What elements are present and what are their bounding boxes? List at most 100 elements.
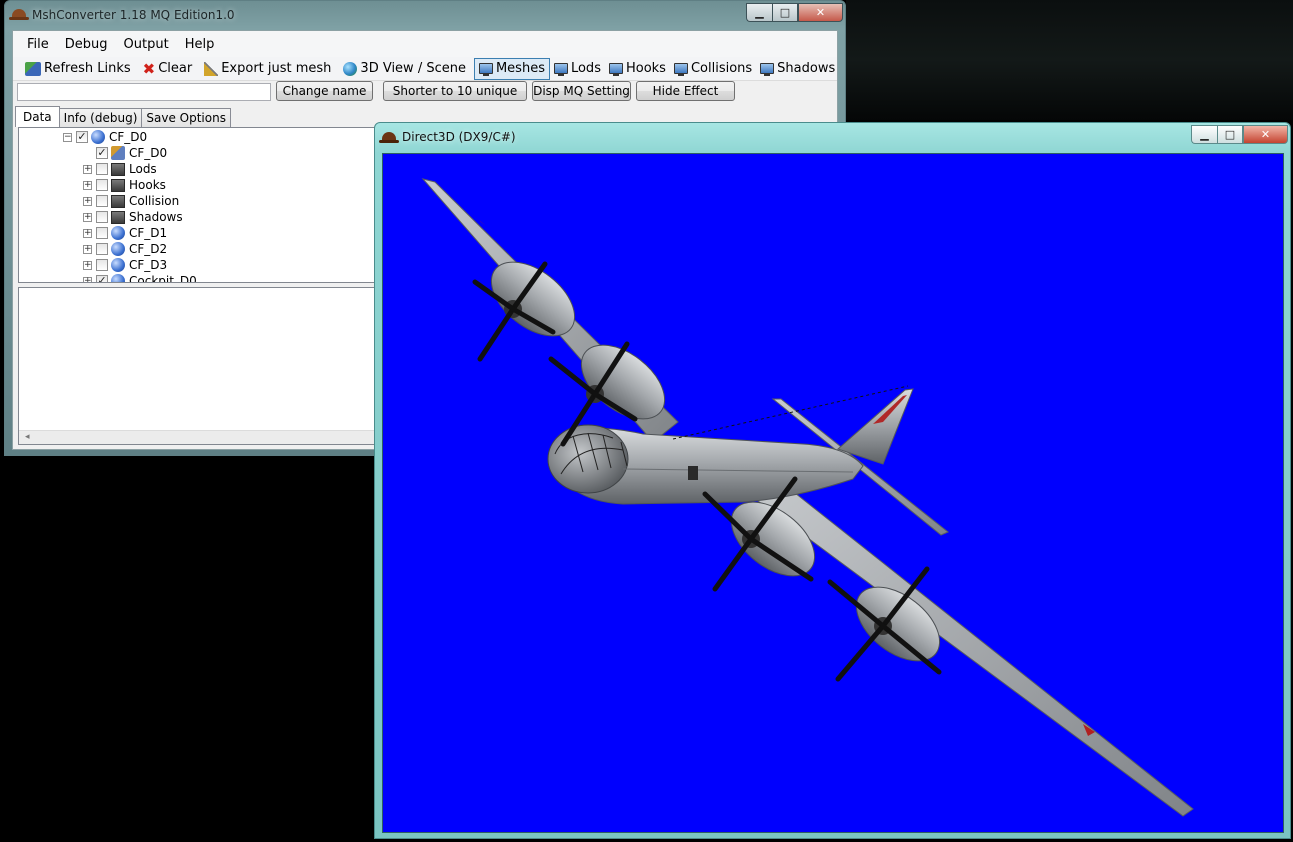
toolbar: Refresh Links ✖ Clear Export just mesh 3…: [13, 57, 837, 81]
tree-node[interactable]: + CF_D2: [83, 241, 167, 257]
expand-toggle[interactable]: +: [83, 196, 92, 206]
clear-label: Clear: [158, 61, 193, 76]
expand-toggle[interactable]: +: [83, 276, 92, 282]
hooks-toggle-button[interactable]: Hooks: [605, 58, 670, 80]
tab-save-options[interactable]: Save Options: [141, 108, 231, 127]
direct3d-window-title: Direct3D (DX9/C#): [402, 130, 516, 144]
maximize-button[interactable]: □: [772, 3, 798, 22]
tree-node-checkbox[interactable]: [96, 227, 108, 239]
tab-info-debug[interactable]: Info (debug): [58, 108, 143, 127]
tree-node-label: CF_D1: [129, 226, 168, 240]
tab-strip: Data Info (debug) Save Options: [15, 106, 231, 127]
mesh-icon: [111, 146, 125, 160]
desktop-background: [846, 0, 1293, 120]
3d-view-button[interactable]: 3D View / Scene: [339, 58, 470, 80]
collapse-toggle[interactable]: −: [63, 132, 72, 142]
refresh-icon: [25, 61, 41, 76]
menu-debug[interactable]: Debug: [57, 37, 116, 52]
tree-node-checkbox[interactable]: ✓: [96, 275, 108, 282]
monitor-icon: [111, 162, 125, 176]
hat-icon: [379, 132, 399, 143]
d3d-close-button[interactable]: ✕: [1243, 125, 1288, 144]
fuselage-window: [688, 466, 698, 480]
horizontal-scrollbar[interactable]: ◂: [19, 430, 382, 444]
monitor-icon: [760, 63, 775, 76]
tree-node-checkbox[interactable]: ✓: [96, 147, 108, 159]
tree-node[interactable]: + Collision: [83, 193, 179, 209]
meshes-toggle-button[interactable]: Meshes: [473, 57, 550, 80]
name-input[interactable]: [17, 83, 271, 101]
tree-node-checkbox[interactable]: [96, 259, 108, 271]
tree-node-label: Shadows: [129, 210, 183, 224]
tree-node-checkbox[interactable]: [96, 195, 108, 207]
tree-node-label: CF_D2: [129, 242, 168, 256]
d3d-maximize-button[interactable]: □: [1217, 125, 1243, 144]
tree-node[interactable]: − ✓ CF_D0: [63, 129, 147, 145]
collisions-label: Collisions: [690, 61, 753, 76]
clear-button[interactable]: ✖ Clear: [139, 58, 197, 80]
3d-viewport[interactable]: [382, 153, 1284, 833]
tree-node[interactable]: + CF_D3: [83, 257, 167, 273]
tree-node-checkbox[interactable]: [96, 211, 108, 223]
shadows-toggle-button[interactable]: Shadows: [756, 58, 839, 80]
tree-node-checkbox[interactable]: [96, 163, 108, 175]
main-window-title: MshConverter 1.18 MQ Edition1.0: [32, 8, 235, 22]
tree-node-checkbox[interactable]: ✓: [76, 131, 88, 143]
lods-toggle-button[interactable]: Lods: [550, 58, 605, 80]
monitor-icon: [673, 63, 688, 76]
collisions-toggle-button[interactable]: Collisions: [670, 58, 756, 80]
tree-node[interactable]: ✓ CF_D0: [83, 145, 167, 161]
meshes-label: Meshes: [495, 61, 545, 76]
tree-node-label: Lods: [129, 162, 157, 176]
minimize-button[interactable]: ▁: [746, 3, 772, 22]
globe-icon: [343, 61, 358, 76]
red-x-icon: ✖: [142, 59, 156, 78]
monitor-icon: [111, 210, 125, 224]
expand-toggle[interactable]: +: [83, 260, 92, 270]
tree-node[interactable]: + Hooks: [83, 177, 166, 193]
tree-node-checkbox[interactable]: [96, 179, 108, 191]
3d-view-label: 3D View / Scene: [360, 61, 466, 76]
hooks-label: Hooks: [625, 61, 666, 76]
globe-icon: [111, 242, 125, 256]
export-mesh-button[interactable]: Export just mesh: [200, 58, 335, 80]
main-titlebar[interactable]: MshConverter 1.18 MQ Edition1.0 ▁ □ ✕: [5, 1, 845, 29]
expand-toggle[interactable]: +: [83, 244, 92, 254]
tree-node[interactable]: + ✓ Cockpit_D0: [83, 273, 197, 282]
lods-label: Lods: [570, 61, 601, 76]
tree-node[interactable]: + Lods: [83, 161, 157, 177]
expand-toggle[interactable]: +: [83, 164, 92, 174]
tree-node-label: Hooks: [129, 178, 166, 192]
disp-mq-setting-button[interactable]: Disp MQ Setting: [532, 81, 631, 101]
expand-toggle[interactable]: +: [83, 212, 92, 222]
refresh-links-button[interactable]: Refresh Links: [21, 58, 135, 80]
monitor-icon: [111, 194, 125, 208]
hat-icon: [9, 9, 29, 20]
expand-toggle[interactable]: +: [83, 180, 92, 190]
menu-file[interactable]: File: [19, 37, 57, 52]
close-button[interactable]: ✕: [798, 3, 843, 22]
change-name-button[interactable]: Change name: [276, 81, 373, 101]
globe-icon: [91, 130, 105, 144]
tab-data[interactable]: Data: [15, 106, 60, 127]
globe-icon: [111, 226, 125, 240]
expand-toggle[interactable]: +: [83, 228, 92, 238]
hide-effect-button[interactable]: Hide Effect: [636, 81, 735, 101]
bomber-model-render: [421, 178, 1194, 817]
scroll-left-arrow-icon[interactable]: ◂: [25, 432, 30, 442]
menu-bar: File Debug Output Help: [13, 31, 837, 57]
mesh-tree-view[interactable]: − ✓ CF_D0 ✓ CF_D0 + Lods + Hooks + Collision + Shado…: [18, 127, 383, 283]
shorter-to-10-unique-button[interactable]: Shorter to 10 unique: [383, 81, 527, 101]
main-caption-buttons: ▁ □ ✕: [746, 3, 843, 22]
d3d-minimize-button[interactable]: ▁: [1191, 125, 1217, 144]
menu-help[interactable]: Help: [177, 37, 223, 52]
action-row: Change name Shorter to 10 unique Disp MQ…: [13, 81, 839, 103]
tree-node-checkbox[interactable]: [96, 243, 108, 255]
monitor-icon: [553, 63, 568, 76]
tree-node[interactable]: + Shadows: [83, 209, 183, 225]
menu-output[interactable]: Output: [116, 37, 177, 52]
monitor-icon: [111, 178, 125, 192]
tree-node[interactable]: + CF_D1: [83, 225, 167, 241]
export-mesh-label: Export just mesh: [221, 61, 332, 76]
tree-node-label: Collision: [129, 194, 180, 208]
